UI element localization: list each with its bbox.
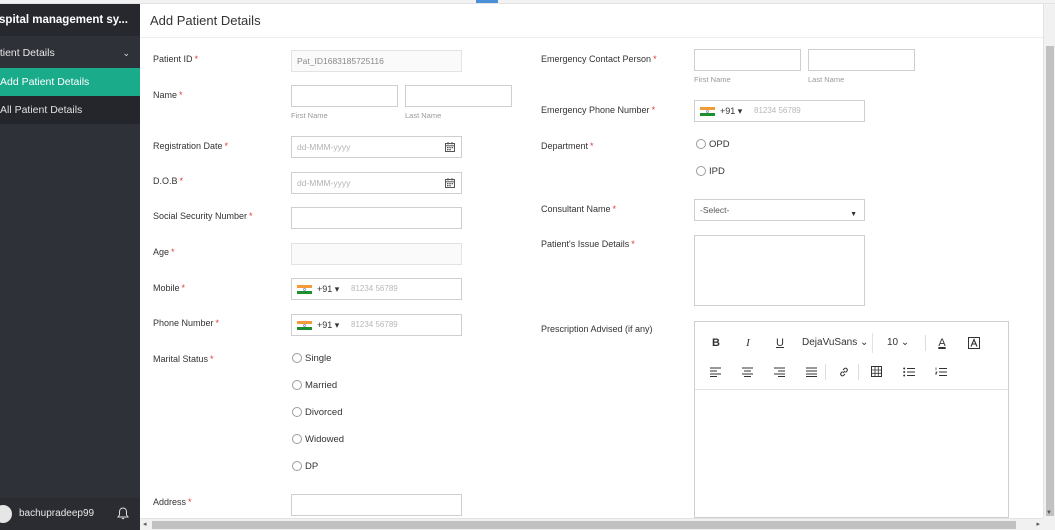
address-label: Address * — [153, 497, 192, 507]
address-input[interactable] — [291, 494, 462, 516]
calendar-icon[interactable] — [445, 142, 455, 152]
phone-number-input[interactable]: +91 ▾ 81234 56789 — [291, 314, 462, 336]
underline-button[interactable]: U — [770, 334, 790, 352]
marital-status-label: Marital Status * — [153, 354, 214, 364]
main-content: Add Patient Details Patient ID * Pat_ID16… — [140, 4, 1043, 518]
italic-button[interactable]: I — [738, 334, 758, 352]
active-tab-indicator — [476, 0, 498, 3]
page-title: Add Patient Details — [150, 13, 261, 28]
consultant-name-label: Consultant Name * — [541, 204, 617, 214]
calendar-icon[interactable] — [445, 178, 455, 188]
align-justify-icon[interactable] — [806, 367, 817, 377]
horizontal-scrollbar[interactable]: ◂ ▸ — [140, 518, 1043, 530]
bold-button[interactable]: B — [706, 334, 726, 352]
sidebar-group-patient-details[interactable]: atient Details ⌄ — [0, 39, 140, 67]
radio-widowed[interactable]: Widowed — [292, 434, 344, 445]
font-size-select[interactable]: 10 ⌄ — [883, 333, 913, 353]
patient-id-label: Patient ID * — [153, 54, 199, 64]
emergency-first-name-sublabel: First Name — [694, 75, 731, 84]
issue-details-label: Patient's Issue Details * — [541, 239, 635, 249]
sidebar: ospital management sy... atient Details … — [0, 4, 140, 530]
radio-dp[interactable]: DP — [292, 461, 318, 472]
first-name-sublabel: First Name — [291, 111, 328, 120]
country-code[interactable]: +91 ▾ — [317, 279, 339, 299]
consultant-select[interactable]: -Select- ▼ — [694, 199, 865, 221]
scroll-left-arrow[interactable]: ◂ — [143, 520, 147, 528]
radio-divorced[interactable]: Divorced — [292, 407, 343, 418]
emergency-contact-label: Emergency Contact Person * — [541, 54, 657, 64]
scrollbar-corner — [1043, 518, 1055, 530]
india-flag-icon[interactable] — [297, 321, 312, 330]
vertical-scrollbar[interactable]: ▼ — [1043, 4, 1055, 518]
name-label: Name * — [153, 90, 183, 100]
age-label: Age * — [153, 247, 175, 257]
registration-date-label: Registration Date * — [153, 141, 229, 151]
font-family-select[interactable]: DejaVuSans ⌄ — [798, 333, 874, 353]
emergency-first-name-input[interactable] — [694, 49, 801, 71]
sidebar-item-label: Add Patient Details — [0, 76, 90, 88]
align-center-icon[interactable] — [742, 367, 753, 377]
scroll-right-arrow[interactable]: ▸ — [1036, 520, 1040, 528]
sidebar-group-label: atient Details — [0, 47, 55, 59]
toolbar-divider — [825, 364, 826, 380]
numbered-list-icon[interactable] — [935, 367, 947, 377]
radio-ipd[interactable]: IPD — [696, 166, 725, 177]
dob-input[interactable]: dd-MMM-yyyy — [291, 172, 462, 194]
country-code[interactable]: +91 ▾ — [720, 101, 742, 121]
ssn-label: Social Security Number * — [153, 211, 253, 221]
sidebar-item-all-patient-details[interactable]: All Patient Details — [0, 96, 140, 124]
vertical-scroll-thumb[interactable] — [1046, 46, 1054, 516]
mobile-input[interactable]: +91 ▾ 81234 56789 — [291, 278, 462, 300]
last-name-input[interactable] — [405, 85, 512, 107]
dob-label: D.O.B * — [153, 176, 184, 186]
table-icon[interactable] — [871, 366, 882, 377]
age-field — [291, 243, 462, 265]
india-flag-icon[interactable] — [297, 285, 312, 294]
highlight-color-icon[interactable] — [968, 337, 980, 349]
emergency-phone-input[interactable]: +91 ▾ 81234 56789 — [694, 100, 865, 122]
prescription-label: Prescription Advised (if any) — [541, 324, 653, 334]
issue-details-textarea[interactable] — [694, 235, 865, 306]
registration-date-input[interactable]: dd-MMM-yyyy — [291, 136, 462, 158]
radio-married[interactable]: Married — [292, 380, 337, 391]
bullet-list-icon[interactable] — [903, 367, 915, 377]
toolbar-divider — [858, 364, 859, 380]
emergency-last-name-input[interactable] — [808, 49, 915, 71]
bell-icon[interactable] — [117, 507, 129, 520]
caret-down-icon: ▼ — [850, 211, 857, 218]
ssn-input[interactable] — [291, 207, 462, 229]
app-title[interactable]: ospital management sy... — [0, 4, 140, 36]
toolbar-divider — [925, 335, 926, 351]
mobile-label: Mobile * — [153, 283, 186, 293]
first-name-input[interactable] — [291, 85, 398, 107]
sidebar-footer: bachupradeep99 — [0, 498, 140, 530]
align-right-icon[interactable] — [774, 367, 785, 377]
india-flag-icon[interactable] — [700, 107, 715, 116]
user-name[interactable]: bachupradeep99 — [19, 508, 94, 519]
radio-opd[interactable]: OPD — [696, 139, 730, 150]
phone-placeholder: 81234 56789 — [351, 320, 398, 329]
patient-id-field: Pat_ID1683185725116 — [291, 50, 462, 72]
emergency-phone-label: Emergency Phone Number * — [541, 105, 656, 115]
emergency-last-name-sublabel: Last Name — [808, 75, 845, 84]
department-label: Department * — [541, 141, 594, 151]
radio-single[interactable]: Single — [292, 353, 331, 364]
link-icon[interactable] — [838, 366, 850, 378]
sidebar-item-add-patient-details[interactable]: Add Patient Details — [0, 68, 140, 96]
avatar[interactable] — [0, 505, 12, 523]
phone-number-label: Phone Number * — [153, 318, 220, 328]
page-header: Add Patient Details — [140, 4, 1043, 38]
rich-text-editor: B I U DejaVuSans ⌄ 10 ⌄ A — [694, 321, 1009, 518]
horizontal-scroll-thumb[interactable] — [152, 521, 1016, 529]
editor-toolbar: B I U DejaVuSans ⌄ 10 ⌄ A — [695, 322, 1008, 390]
chevron-down-icon: ⌄ — [122, 48, 130, 58]
country-code[interactable]: +91 ▾ — [317, 315, 339, 335]
last-name-sublabel: Last Name — [405, 111, 442, 120]
align-left-icon[interactable] — [710, 367, 721, 377]
mobile-placeholder: 81234 56789 — [351, 284, 398, 293]
font-color-button[interactable]: A — [932, 334, 952, 352]
emergency-phone-placeholder: 81234 56789 — [754, 106, 801, 115]
scroll-down-arrow[interactable]: ▼ — [1046, 510, 1052, 516]
sidebar-item-label: All Patient Details — [0, 104, 83, 116]
